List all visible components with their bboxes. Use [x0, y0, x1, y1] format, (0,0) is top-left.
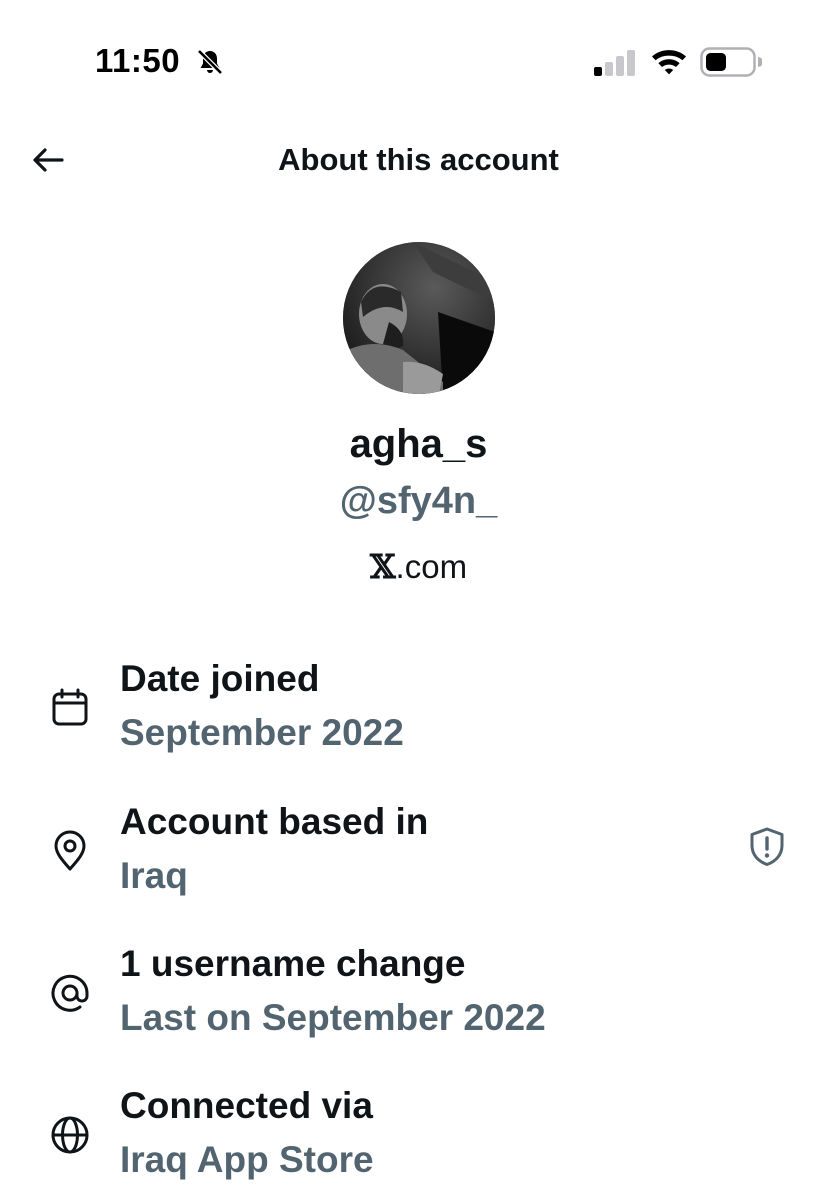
profile-photo: [343, 242, 495, 394]
info-row-username-change: 1 username change Last on September 2022: [0, 943, 837, 1063]
info-row-connected-via: Connected via Iraq App Store: [0, 1085, 837, 1200]
info-label: Connected via: [120, 1085, 373, 1126]
info-row-date-joined: Date joined September 2022: [0, 658, 837, 778]
location-pin-icon: [54, 830, 86, 871]
battery-icon: [700, 47, 762, 77]
status-bar: 11:50: [0, 0, 837, 120]
display-name: agha_s: [349, 422, 488, 466]
platform-label: 𝕏.com: [0, 547, 837, 586]
calendar-icon: [52, 688, 88, 726]
shield-alert-icon[interactable]: [745, 825, 789, 869]
about-account-screen: 11:50 About this account agha_s @sfy4n_ …: [0, 0, 837, 1200]
page-title: About this account: [278, 142, 559, 177]
info-value: September 2022: [120, 712, 404, 753]
info-label: Date joined: [120, 658, 320, 699]
globe-icon: [51, 1116, 89, 1154]
platform-domain: .com: [395, 548, 468, 585]
info-label: Account based in: [120, 801, 429, 842]
wifi-icon: [652, 50, 686, 75]
bell-slash-icon: [197, 49, 223, 75]
username-handle: @sfy4n_: [339, 480, 498, 522]
x-logo: 𝕏: [369, 547, 396, 586]
info-value: Last on September 2022: [120, 997, 546, 1038]
info-value: Iraq: [120, 855, 188, 896]
info-row-account-based-in: Account based in Iraq: [0, 801, 837, 921]
info-label: 1 username change: [120, 943, 466, 984]
info-value: Iraq App Store: [120, 1139, 374, 1180]
avatar[interactable]: [343, 242, 495, 394]
at-sign-icon: [51, 974, 89, 1012]
signal-icon: [594, 50, 635, 76]
status-time: 11:50: [95, 42, 181, 79]
